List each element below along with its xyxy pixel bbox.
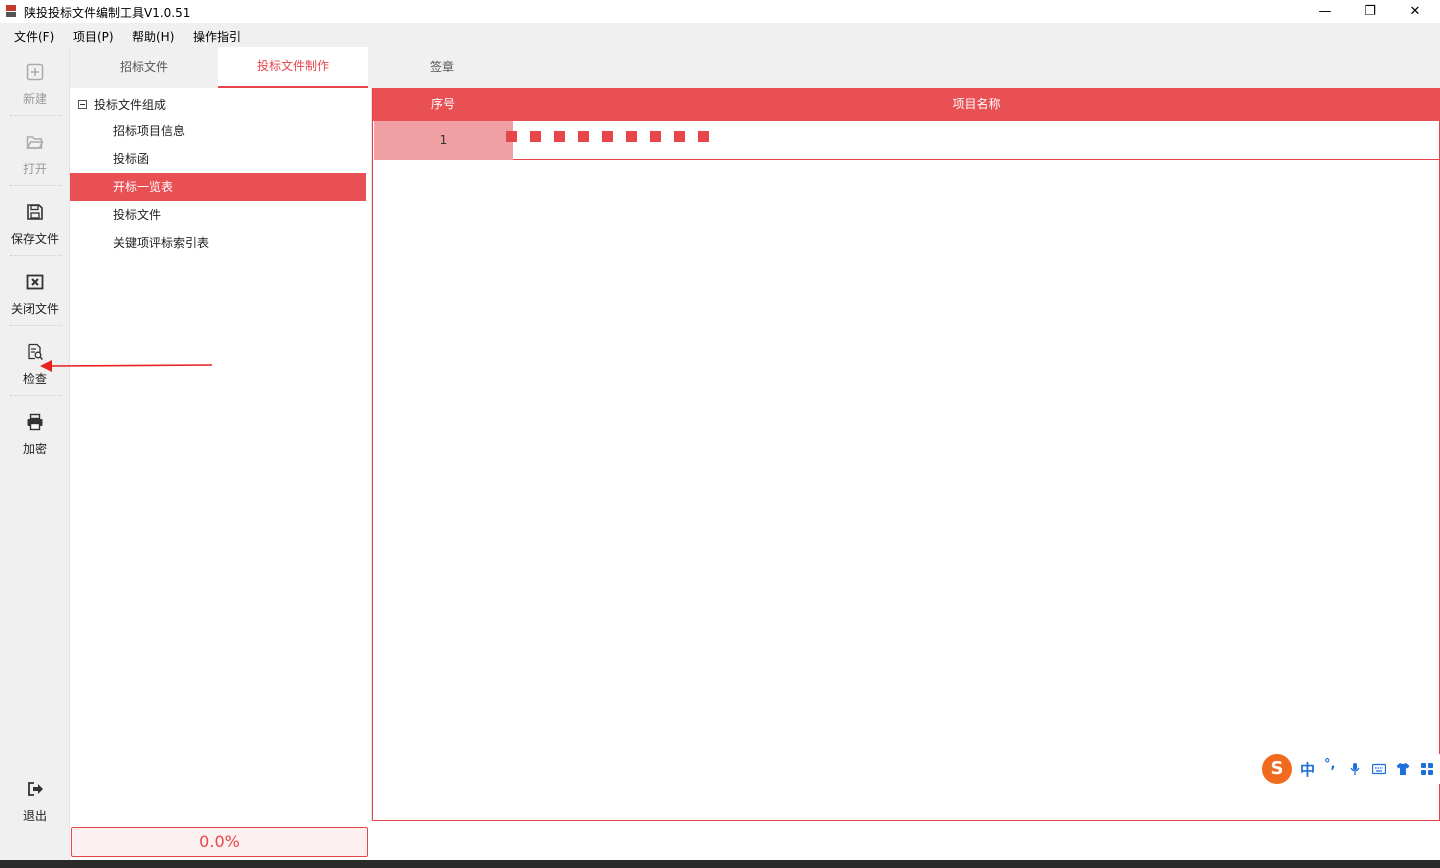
tree-root[interactable]: 投标文件组成 (78, 96, 166, 112)
tab-bar: 招标文件 投标文件制作 签章 (70, 47, 1440, 88)
menu-bar: 文件(F) 项目(P) 帮助(H) 操作指引 (0, 23, 1440, 47)
folder-open-icon (26, 136, 44, 149)
tree-item-bid-letter[interactable]: 投标函 (70, 145, 366, 173)
tab-tender-docs[interactable]: 招标文件 (70, 47, 218, 88)
menu-help[interactable]: 帮助(H) (132, 28, 174, 45)
new-label: 新建 (22, 92, 47, 106)
menu-guide[interactable]: 操作指引 (193, 28, 241, 45)
tree-item-bid-file[interactable]: 投标文件 (70, 201, 366, 229)
close-window-button[interactable]: ✕ (1392, 0, 1438, 23)
column-header-num[interactable]: 序号 (373, 88, 513, 121)
restore-icon: ❐ (1364, 4, 1376, 19)
exit-button[interactable]: 退出 (0, 764, 70, 828)
toolbar-divider (10, 255, 62, 256)
skin-icon[interactable] (1396, 762, 1410, 776)
redaction-mark (602, 131, 613, 142)
project-name-cell[interactable] (506, 121, 1439, 160)
tab-signature[interactable]: 签章 (368, 47, 516, 88)
save-button[interactable]: 保存文件 (0, 187, 70, 251)
collapse-icon[interactable] (78, 99, 87, 109)
microphone-icon[interactable] (1348, 762, 1362, 776)
left-toolbar: 新建 打开 保存文件 关闭文件 检查 加密 退出 (0, 47, 70, 860)
exit-icon (28, 782, 43, 796)
progress-indicator: 0.0% (71, 827, 368, 857)
ime-punctuation-toggle[interactable]: °, (1324, 757, 1335, 772)
os-taskbar (0, 860, 1440, 868)
toolbar-divider (10, 395, 62, 396)
menu-file[interactable]: 文件(F) (14, 28, 54, 45)
minimize-button[interactable]: — (1302, 0, 1348, 23)
open-button[interactable]: 打开 (0, 117, 70, 181)
new-button[interactable]: 新建 (0, 47, 70, 111)
redaction-mark (626, 131, 637, 142)
redaction-mark (554, 131, 565, 142)
toolbar-divider (10, 115, 62, 116)
tree-root-label: 投标文件组成 (94, 97, 167, 112)
open-label: 打开 (22, 162, 47, 176)
encrypt-label: 加密 (22, 442, 47, 456)
encrypt-button[interactable]: 加密 (0, 397, 70, 461)
menu-project[interactable]: 项目(P) (73, 28, 114, 45)
ime-toolbar: S 中 °, (1262, 754, 1440, 784)
save-label: 保存文件 (10, 232, 59, 246)
opening-list-table: 序号 项目名称 1 (372, 88, 1440, 821)
toolbar-divider (10, 185, 62, 186)
close-box-icon (26, 274, 44, 290)
close-file-label: 关闭文件 (10, 302, 59, 316)
redaction-mark (578, 131, 589, 142)
tree-item-project-info[interactable]: 招标项目信息 (70, 117, 366, 145)
plus-box-icon (26, 63, 44, 81)
tree-item-key-index[interactable]: 关键项评标索引表 (70, 229, 366, 257)
tree-item-opening-list[interactable]: 开标一览表 (70, 173, 366, 201)
app-logo-icon (6, 5, 16, 17)
table-row[interactable]: 1 (374, 121, 1440, 160)
redaction-mark (674, 131, 685, 142)
ime-logo[interactable]: S (1262, 754, 1292, 784)
toolbox-icon[interactable] (1420, 762, 1434, 776)
close-icon: ✕ (1409, 4, 1421, 19)
restore-button[interactable]: ❐ (1347, 0, 1393, 23)
keyboard-icon[interactable] (1372, 762, 1386, 776)
window-title: 陕投投标文件编制工具V1.0.51 (24, 6, 191, 20)
annotation-arrow (40, 360, 213, 372)
redaction-mark (530, 131, 541, 142)
redaction-mark (698, 131, 709, 142)
title-bar: 陕投投标文件编制工具V1.0.51 — ❐ ✕ (0, 0, 1440, 23)
close-file-button[interactable]: 关闭文件 (0, 257, 70, 321)
table-header: 序号 项目名称 (373, 88, 1440, 121)
toolbar-divider (10, 325, 62, 326)
redaction-mark (650, 131, 661, 142)
save-icon (27, 204, 43, 220)
minimize-icon: — (1318, 4, 1332, 19)
ime-mode-toggle[interactable]: 中 (1300, 759, 1315, 780)
document-tree: 投标文件组成 招标项目信息 投标函 开标一览表 投标文件 关键项评标索引表 (70, 88, 372, 821)
row-number-cell[interactable]: 1 (374, 121, 513, 160)
exit-label: 退出 (22, 809, 47, 823)
column-header-name[interactable]: 项目名称 (513, 88, 1440, 121)
tab-bid-docs[interactable]: 投标文件制作 (218, 47, 368, 88)
printer-icon (27, 413, 43, 431)
redaction-mark (506, 131, 517, 142)
